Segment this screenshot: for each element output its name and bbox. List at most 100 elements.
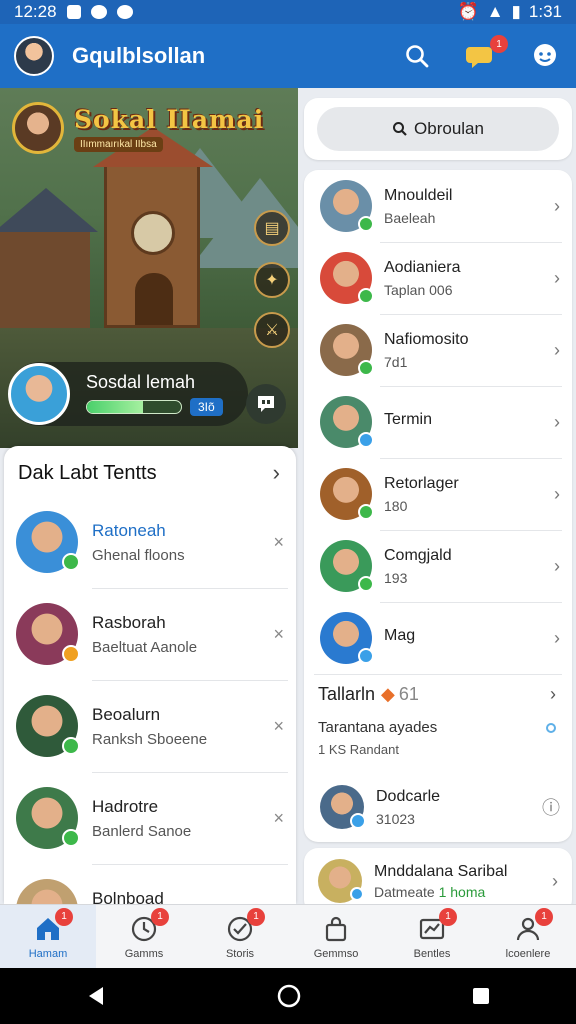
notification-badge: 1 xyxy=(490,35,508,53)
chevron-right-icon[interactable]: › xyxy=(554,412,560,433)
person-sub: Baeleah xyxy=(384,209,436,226)
game-map-button[interactable]: ▤ xyxy=(254,210,290,246)
pinned-item[interactable]: Dodcarle 31023 ⓘ xyxy=(304,772,572,842)
person-name: Termin xyxy=(384,410,433,428)
chevron-right-icon[interactable]: › xyxy=(554,628,560,649)
notification-icon xyxy=(66,5,81,19)
recent-name: Ratoneah xyxy=(92,520,166,540)
nav-label: Storis xyxy=(225,947,255,960)
recent-item[interactable]: Hadrotre Banlerd Sanoe × xyxy=(4,772,296,864)
avatar xyxy=(320,612,374,664)
home-circle-icon[interactable] xyxy=(276,983,302,1009)
nav-item-bentles[interactable]: 1 Bentles xyxy=(384,905,480,968)
search-button[interactable] xyxy=(400,39,434,73)
online-indicator xyxy=(62,553,80,571)
game-magic-button[interactable]: ✦ xyxy=(254,262,290,298)
info-icon[interactable]: ⓘ xyxy=(542,794,560,820)
map-icon: ▤ xyxy=(264,220,280,237)
recent-item[interactable]: Rasborah Baeltuat Aanole × xyxy=(4,588,296,680)
group-title: Tallarln xyxy=(318,684,376,704)
avatar xyxy=(320,180,374,232)
close-icon[interactable]: × xyxy=(273,716,284,737)
left-column: Sokal IIamai IIımmaırıkal IIbsa ▤ ✦ ⚔ So… xyxy=(0,88,298,904)
person-item[interactable]: Mnouldeil Baeleah › xyxy=(304,170,572,242)
recent-header[interactable]: Dak Labt Tentts › xyxy=(4,446,296,496)
person-item[interactable]: Retorlager 180 › xyxy=(304,458,572,530)
online-indicator xyxy=(358,576,374,592)
group-line1: Tarantana ayades xyxy=(318,719,438,736)
clock-icon: 1 xyxy=(129,907,169,944)
game-chat-button[interactable] xyxy=(246,384,286,424)
extra-sub: Datmeate xyxy=(374,883,435,900)
chevron-right-icon[interactable]: › xyxy=(554,340,560,361)
player-card[interactable]: Sosdal lemah 3Iõ xyxy=(8,362,248,426)
nav-label: Gemmso xyxy=(313,947,359,960)
recent-item[interactable]: Ratoneah Ghenal floons × xyxy=(4,496,296,588)
nav-item-gemmso[interactable]: Gemmso xyxy=(288,905,384,968)
loading-ring-icon xyxy=(546,722,556,733)
group-line2: 1 KS Randant xyxy=(318,742,399,757)
person-name: Nafiomosito xyxy=(384,330,469,348)
game-sword-button[interactable]: ⚔ xyxy=(254,312,290,348)
recent-name: Rasborah xyxy=(92,612,166,632)
nav-item-gamms[interactable]: 1 Gamms xyxy=(96,905,192,968)
person-sub: 193 xyxy=(384,569,408,586)
avatar xyxy=(16,511,80,573)
notifications-button[interactable]: 1 xyxy=(464,35,508,73)
group-section[interactable]: Tallarln ◆ 61 › Tarantana ayades 1 KS Ra… xyxy=(304,674,572,772)
chevron-right-icon[interactable]: › xyxy=(273,460,280,486)
avatar xyxy=(16,695,80,757)
nav-item-storis[interactable]: 1 Storis xyxy=(192,905,288,968)
recent-panel: Dak Labt Tentts › Ratoneah Ghenal floons ×… xyxy=(4,446,296,904)
chevron-right-icon[interactable]: › xyxy=(550,684,556,705)
nav-item-lcoenlere[interactable]: 1 lcoenlere xyxy=(480,905,576,968)
status-time: 12:28 xyxy=(14,2,57,21)
recent-name: Hadrotre xyxy=(92,796,159,816)
recent-item[interactable]: BolnboadBaeleah Saane× xyxy=(4,864,296,904)
chevron-right-icon[interactable]: › xyxy=(552,871,558,892)
close-icon[interactable]: × xyxy=(273,808,284,829)
chevron-right-icon[interactable]: › xyxy=(554,556,560,577)
person-item[interactable]: Mag › xyxy=(304,602,572,674)
sword-icon: ⚔ xyxy=(264,322,280,339)
person-name: Mnouldeil xyxy=(384,186,453,204)
extra-name: Mnddalana Saribal xyxy=(374,862,508,880)
app-bar: Gqulblsollan 1 xyxy=(0,24,576,88)
back-icon[interactable] xyxy=(85,985,107,1007)
bottom-navigation: 1 Hamam 1 Gamms 1 Storis Gemmso 1 Bentles 1 lcoenl… xyxy=(0,904,576,968)
close-icon[interactable]: × xyxy=(273,624,284,645)
pinned-name: Dodcarle xyxy=(376,787,441,805)
extra-sub2: 1 homa xyxy=(438,883,486,900)
fire-icon: ◆ xyxy=(381,684,395,704)
game-avatar[interactable] xyxy=(12,102,64,154)
online-indicator xyxy=(358,288,374,304)
wifi-icon: ▲ xyxy=(486,2,504,21)
online-indicator xyxy=(358,360,374,376)
nav-badge: 1 xyxy=(55,907,73,926)
recent-sub: Baeltuat Aanole xyxy=(92,638,198,656)
game-house xyxy=(0,228,90,338)
nav-badge: 1 xyxy=(535,907,553,926)
person-name: Mag xyxy=(384,626,416,644)
signal-icon: ▮ xyxy=(511,2,521,21)
recents-icon[interactable] xyxy=(471,986,491,1006)
person-item[interactable]: Nafiomosito 7d1 › xyxy=(304,314,572,386)
game-banner[interactable]: Sokal IIamai IIımmaırıkal IIbsa ▤ ✦ ⚔ So… xyxy=(0,88,298,448)
player-progress-bar xyxy=(86,400,182,414)
chevron-right-icon[interactable]: › xyxy=(554,484,560,505)
recent-item[interactable]: Beoalurn Ranksh Sboeene × xyxy=(4,680,296,772)
nav-label: Gamms xyxy=(124,947,164,960)
profile-avatar[interactable] xyxy=(14,36,54,76)
chevron-right-icon[interactable]: › xyxy=(554,196,560,217)
nav-label: lcoenlere xyxy=(505,947,551,960)
close-icon[interactable]: × xyxy=(273,532,284,553)
app-title: Gqulblsollan xyxy=(72,43,206,68)
person-item[interactable]: Termin › xyxy=(304,386,572,458)
person-item[interactable]: Aodianiera Taplan 006 › xyxy=(304,242,572,314)
nav-item-hamam[interactable]: 1 Hamam xyxy=(0,905,96,968)
game-tower xyxy=(93,127,213,328)
person-item[interactable]: Comgjald 193 › xyxy=(304,530,572,602)
chevron-right-icon[interactable]: › xyxy=(554,268,560,289)
search-bar[interactable]: Obroulan xyxy=(317,107,559,151)
emoji-button[interactable] xyxy=(528,39,562,73)
